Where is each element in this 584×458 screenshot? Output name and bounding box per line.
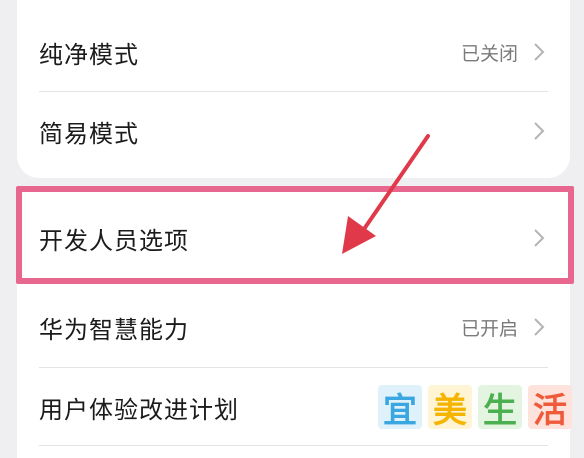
watermark-char: 宜: [378, 385, 422, 431]
watermark-char: 活: [528, 385, 572, 431]
watermark-char: 生: [478, 385, 522, 431]
watermark-char: 美: [428, 385, 472, 431]
watermark-logo: 宜 美 生 活: [378, 385, 572, 431]
